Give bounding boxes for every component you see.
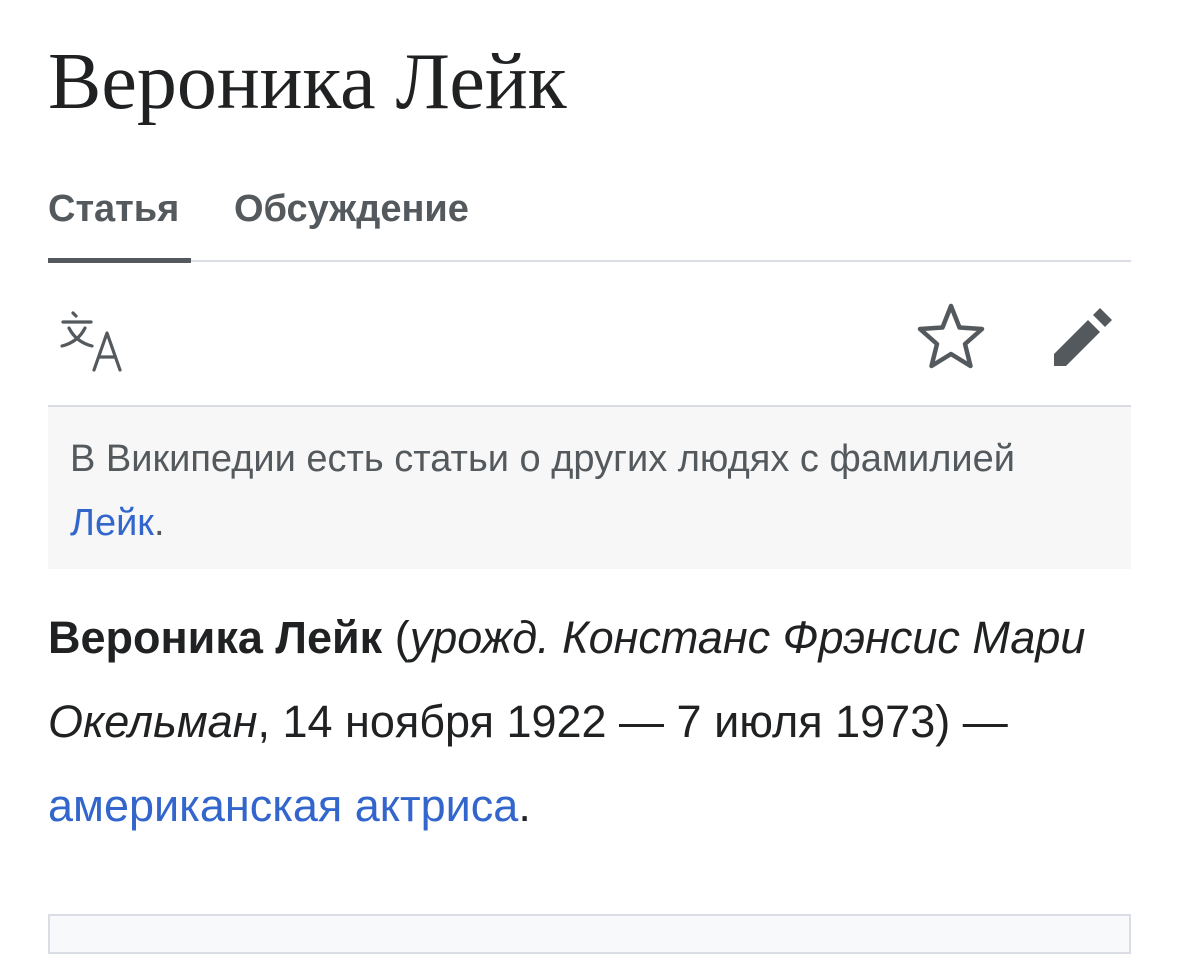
hatnote-text: В Википедии есть статьи о других людях с… bbox=[70, 438, 1015, 480]
page-title: Вероника Лейк bbox=[48, 38, 567, 126]
tab-talk-label: Обсуждение bbox=[234, 188, 469, 230]
infobox-edge bbox=[48, 914, 1131, 954]
tab-article-label: Статья bbox=[48, 188, 180, 230]
star-icon[interactable] bbox=[916, 302, 986, 372]
tab-talk[interactable]: Обсуждение bbox=[234, 186, 469, 232]
page-actions-toolbar bbox=[48, 262, 1131, 407]
hatnote: В Википедии есть статьи о других людях с… bbox=[48, 407, 1131, 569]
lead-subject-name: Вероника Лейк bbox=[48, 612, 383, 663]
edit-pencil-icon[interactable] bbox=[1048, 302, 1118, 372]
lead-dates: , 14 ноября 1922 — 7 июля 1973) — bbox=[257, 696, 1008, 747]
lead-born-abbr: урожд. bbox=[409, 612, 550, 663]
lead-paragraph: Вероника Лейк (урожд. Констанс Фрэнсис М… bbox=[48, 596, 1131, 848]
hatnote-link-leik[interactable]: Лейк bbox=[70, 502, 154, 544]
hatnote-period: . bbox=[153, 502, 165, 544]
language-icon[interactable] bbox=[58, 302, 128, 372]
lead-open-paren: ( bbox=[382, 612, 410, 663]
tab-bar: Статья Обсуждение bbox=[48, 178, 1131, 263]
tab-article[interactable]: Статья bbox=[48, 186, 191, 263]
lead-end: . bbox=[518, 780, 531, 831]
lead-link-actress[interactable]: американская актриса bbox=[48, 780, 518, 831]
